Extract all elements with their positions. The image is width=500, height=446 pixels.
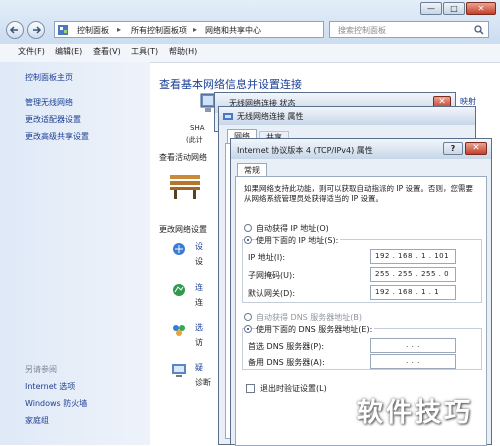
validate-checkbox[interactable]	[246, 384, 255, 393]
manual-dns-label: 使用下面的 DNS 服务器地址(E):	[256, 324, 375, 335]
search-placeholder: 搜索控制面板	[338, 26, 386, 35]
preferred-dns-label: 首选 DNS 服务器(P):	[248, 342, 325, 351]
menu-view[interactable]: 查看(V)	[93, 46, 121, 57]
sidebar-item-manage-wireless[interactable]: 管理无线网络	[25, 97, 73, 108]
manual-ip-label: 使用下面的 IP 地址(S):	[256, 235, 341, 246]
menu-edit[interactable]: 编辑(E)	[55, 46, 82, 57]
computer-sub: (此计	[186, 136, 203, 144]
auto-ip-label: 自动获得 IP 地址(O)	[256, 224, 329, 233]
tcpip-close-button[interactable]: ✕	[465, 142, 487, 155]
validate-label: 退出时验证设置(L)	[260, 384, 327, 393]
task-link-troubleshoot[interactable]: 疑	[195, 362, 203, 373]
manual-ip-radio[interactable]	[244, 236, 252, 244]
breadcrumb-separator: ▸	[193, 25, 198, 34]
alternate-dns-label: 备用 DNS 服务器(A):	[248, 358, 325, 367]
task-link-connect[interactable]: 连	[195, 282, 203, 293]
alternate-dns-field[interactable]: . . .	[370, 354, 456, 369]
ip-address-label: IP 地址(I):	[248, 253, 286, 262]
homegroup-icon	[173, 325, 185, 336]
breadcrumb-item[interactable]: 控制面板	[77, 25, 109, 36]
breadcrumb-item[interactable]: 所有控制面板项	[131, 25, 187, 36]
task-link-setup[interactable]: 设	[195, 241, 203, 252]
sidebar-item-windows-firewall[interactable]: Windows 防火墙	[25, 398, 87, 409]
task-desc: 访	[195, 338, 203, 347]
intro-text: 如果网络支持此功能，则可以获取自动指派的 IP 设置。否则，您需要从网络系统管理…	[244, 184, 474, 203]
address-bar[interactable]: 控制面板 ▸ 所有控制面板项 ▸ 网络和共享中心	[54, 21, 324, 38]
properties-window-title: 无线网络连接 属性	[237, 112, 304, 121]
setup-network-icon	[173, 243, 185, 255]
breadcrumb-item[interactable]: 网络和共享中心	[205, 25, 261, 36]
menu-file[interactable]: 文件(F)	[18, 46, 45, 57]
sidebar-item-internet-options[interactable]: Internet 选项	[25, 381, 75, 392]
network-adapter-icon	[223, 113, 233, 120]
computer-name: SHA	[190, 124, 205, 132]
subnet-mask-label: 子网掩码(U):	[248, 271, 295, 280]
minimize-button[interactable]: —	[420, 2, 442, 15]
subnet-mask-field[interactable]: 255 . 255 . 255 . 0	[370, 267, 456, 282]
sidebar-item-homegroup[interactable]: 家庭组	[25, 415, 49, 426]
sidebar-item-adapter-settings[interactable]: 更改适配器设置	[25, 114, 81, 125]
breadcrumb-separator: ▸	[117, 25, 122, 34]
auto-dns-label: 自动获得 DNS 服务器地址(B)	[256, 313, 363, 322]
menu-tools[interactable]: 工具(T)	[131, 46, 158, 57]
ip-address-field[interactable]: 192 . 168 . 1 . 101	[370, 249, 456, 264]
help-button[interactable]: ?	[443, 142, 463, 155]
tcpip-dialog-title: Internet 协议版本 4 (TCP/IPv4) 属性	[237, 146, 373, 155]
task-desc: 设	[195, 257, 203, 266]
search-icon[interactable]	[474, 25, 484, 35]
gateway-label: 默认网关(D):	[248, 289, 296, 298]
change-settings-heading: 更改网络设置	[159, 225, 207, 234]
auto-ip-radio[interactable]	[244, 224, 252, 232]
control-panel-icon	[58, 25, 68, 35]
gateway-field[interactable]: 192 . 168 . 1 . 1	[370, 285, 456, 300]
maximize-button[interactable]: □	[443, 2, 465, 15]
bench-icon	[170, 175, 200, 199]
sidebar-item-advanced-sharing[interactable]: 更改高级共享设置	[25, 131, 89, 142]
troubleshoot-icon	[172, 364, 186, 377]
connect-network-icon	[173, 284, 185, 296]
auto-dns-radio[interactable]	[244, 313, 252, 321]
page-title: 查看基本网络信息并设置连接	[159, 78, 302, 91]
active-networks-heading: 查看活动网络	[159, 153, 207, 162]
search-input[interactable]: 搜索控制面板	[329, 21, 489, 38]
task-desc: 连	[195, 298, 203, 307]
preferred-dns-field[interactable]: . . .	[370, 338, 456, 353]
task-link-homegroup[interactable]: 选	[195, 322, 203, 333]
task-desc: 诊断	[195, 378, 211, 387]
close-window-button[interactable]: ✕	[466, 2, 496, 15]
forward-button[interactable]	[27, 21, 45, 39]
sidebar-item-home[interactable]: 控制面板主页	[25, 72, 73, 83]
watermark-text: 软件技巧	[357, 398, 474, 428]
back-arrow-icon	[9, 26, 18, 34]
forward-arrow-icon	[33, 26, 42, 34]
menu-help[interactable]: 帮助(H)	[169, 46, 197, 57]
back-button[interactable]	[6, 21, 24, 39]
manual-dns-radio[interactable]	[244, 325, 252, 333]
see-also-heading: 另请参阅	[25, 365, 57, 374]
